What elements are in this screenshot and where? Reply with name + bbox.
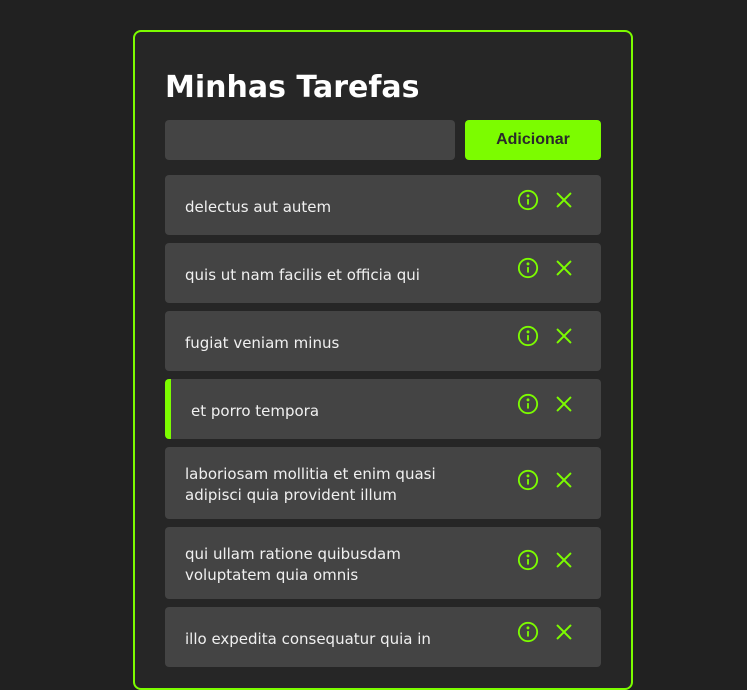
task-title: fugiat veniam minus bbox=[185, 333, 340, 352]
info-icon[interactable] bbox=[517, 469, 539, 491]
task-item-selected[interactable]: et porro tempora bbox=[165, 379, 601, 439]
close-icon[interactable] bbox=[553, 189, 575, 211]
add-task-form: Adicionar bbox=[165, 120, 601, 160]
task-title: qui ullam ratione quibusdam voluptatem q… bbox=[185, 545, 401, 584]
info-icon[interactable] bbox=[517, 393, 539, 415]
task-item[interactable]: quis ut nam facilis et officia qui bbox=[165, 243, 601, 303]
task-item[interactable]: laboriosam mollitia et enim quasi adipis… bbox=[165, 447, 601, 519]
close-icon[interactable] bbox=[553, 621, 575, 643]
info-icon[interactable] bbox=[517, 257, 539, 279]
task-list: delectus aut autem quis ut nam facilis e… bbox=[165, 175, 601, 675]
close-icon[interactable] bbox=[553, 469, 575, 491]
task-input[interactable] bbox=[165, 120, 455, 160]
close-icon[interactable] bbox=[553, 325, 575, 347]
task-title: quis ut nam facilis et officia qui bbox=[185, 265, 420, 284]
task-item[interactable]: delectus aut autem bbox=[165, 175, 601, 235]
info-icon[interactable] bbox=[517, 189, 539, 211]
task-title: laboriosam mollitia et enim quasi adipis… bbox=[185, 465, 436, 504]
task-title: et porro tempora bbox=[191, 401, 320, 420]
tasks-card: Minhas Tarefas Adicionar delectus aut au… bbox=[133, 30, 633, 690]
add-button[interactable]: Adicionar bbox=[465, 120, 601, 160]
task-title: delectus aut autem bbox=[185, 197, 332, 216]
close-icon[interactable] bbox=[553, 393, 575, 415]
task-item[interactable]: illo expedita consequatur quia in bbox=[165, 607, 601, 667]
task-item[interactable]: qui ullam ratione quibusdam voluptatem q… bbox=[165, 527, 601, 599]
page-title: Minhas Tarefas bbox=[165, 70, 420, 105]
task-title: illo expedita consequatur quia in bbox=[185, 629, 431, 648]
info-icon[interactable] bbox=[517, 325, 539, 347]
task-item[interactable]: fugiat veniam minus bbox=[165, 311, 601, 371]
info-icon[interactable] bbox=[517, 621, 539, 643]
info-icon[interactable] bbox=[517, 549, 539, 571]
close-icon[interactable] bbox=[553, 549, 575, 571]
close-icon[interactable] bbox=[553, 257, 575, 279]
